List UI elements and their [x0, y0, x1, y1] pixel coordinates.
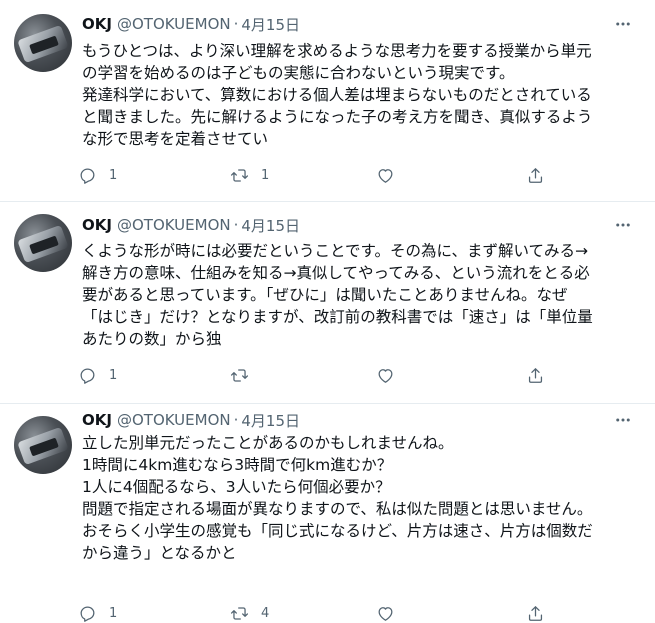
- tweet-text-line: 1時間に4km進むなら3時間で何km進むか？: [82, 456, 393, 474]
- reply-button[interactable]: 1: [78, 364, 117, 386]
- tweet-date[interactable]: 4月15日: [241, 215, 300, 236]
- tweet-text-line: 1人に4個配るなら、3人いたら何個必要か？: [82, 478, 391, 496]
- tweet-text-line: な形で思考を定着させてい: [82, 130, 269, 148]
- tweet-text-line: 「はじき」だけ？となりますが、改訂前の教科書では「速さ」は「単位量: [82, 308, 593, 326]
- retweet-icon: [230, 606, 249, 620]
- tweet-text-line: 解き方の意味、仕組みを知る→真似してやってみる、という流れをとる必: [82, 264, 590, 282]
- reply-icon: [80, 606, 95, 622]
- like-button[interactable]: [376, 164, 407, 186]
- more-options-button[interactable]: [613, 14, 633, 34]
- heart-icon: [378, 168, 393, 183]
- more-horizontal-icon: [616, 223, 630, 227]
- retweet-button[interactable]: 4: [230, 602, 269, 623]
- separator: ·: [233, 216, 239, 234]
- tweet-actions: 1: [78, 364, 558, 386]
- like-button[interactable]: [376, 364, 407, 386]
- user-handle[interactable]: @OTOKUEMON: [117, 15, 231, 33]
- retweet-count: 1: [261, 167, 270, 183]
- tweet-text: くような形が時には必要だということです。その為に、まず解いてみる→ 解き方の意味…: [82, 240, 642, 350]
- tweet-text-line: 問題で指定される場面が異なりますので、私は似た問題とは思いません。: [82, 500, 593, 518]
- tweet-text-line: もうひとつは、より深い理解を求めるような思考力を要する授業から単元: [82, 42, 592, 60]
- tweet-date[interactable]: 4月15日: [241, 410, 300, 431]
- display-name[interactable]: OKJ: [82, 216, 112, 234]
- separator: ·: [233, 15, 239, 33]
- tweet-actions: 1 1: [78, 164, 558, 186]
- like-button[interactable]: [376, 602, 407, 623]
- share-button[interactable]: [526, 364, 545, 386]
- tweet-text-line: おそらく小学生の感覚も「同じ式になるけど、片方は速さ、片方は個数だ: [82, 522, 593, 540]
- share-icon: [528, 167, 543, 183]
- tweet-text-line: 立した別単元だったことがあるのかもしれませんね。: [82, 434, 454, 452]
- tweet-text-line: 発達科学において、算数における個人差は埋まらないものだとされている: [82, 86, 592, 104]
- reply-icon: [80, 168, 95, 184]
- separator: ·: [233, 411, 239, 429]
- tweet[interactable]: OKJ @OTOKUEMON · 4月15日 くような形が時には必要だということ…: [0, 202, 655, 404]
- tweet-date[interactable]: 4月15日: [241, 14, 300, 35]
- tweet-text: もうひとつは、より深い理解を求めるような思考力を要する授業から単元 の学習を始め…: [82, 40, 642, 150]
- retweet-icon: [230, 368, 249, 382]
- tweet-text: 立した別単元だったことがあるのかもしれませんね。 1時間に4km進むなら3時間で…: [82, 432, 642, 564]
- tweet-feed: OKJ @OTOKUEMON · 4月15日 もうひとつは、より深い理解を求める…: [0, 0, 655, 623]
- more-options-button[interactable]: [613, 215, 633, 235]
- avatar[interactable]: [14, 214, 72, 272]
- display-name[interactable]: OKJ: [82, 411, 112, 429]
- retweet-count: 4: [261, 605, 270, 621]
- tweet-text-line: 要があると思っています。「ぜひに」は聞いたことありませんね。なぜ: [82, 286, 568, 304]
- more-options-button[interactable]: [613, 410, 633, 430]
- share-button[interactable]: [526, 164, 545, 186]
- heart-icon: [378, 606, 393, 621]
- tweet-text-line: と聞きました。先に解けるようになった子の考え方を聞き、真似するよう: [82, 108, 593, 126]
- more-horizontal-icon: [616, 418, 630, 422]
- reply-count: 1: [109, 367, 118, 383]
- tweet-text-line: くような形が時には必要だということです。その為に、まず解いてみる→: [82, 242, 589, 260]
- display-name[interactable]: OKJ: [82, 15, 112, 33]
- reply-button[interactable]: 1: [78, 164, 117, 186]
- heart-icon: [378, 368, 393, 383]
- tweet[interactable]: OKJ @OTOKUEMON · 4月15日 立した別単元だったことがあるのかも…: [0, 404, 655, 623]
- tweet[interactable]: OKJ @OTOKUEMON · 4月15日 もうひとつは、より深い理解を求める…: [0, 0, 655, 202]
- retweet-icon: [230, 168, 249, 182]
- avatar[interactable]: [14, 14, 72, 72]
- tweet-text-line: から違う」となるかと: [82, 544, 237, 562]
- user-handle[interactable]: @OTOKUEMON: [117, 411, 231, 429]
- user-handle[interactable]: @OTOKUEMON: [117, 216, 231, 234]
- reply-icon: [80, 368, 95, 384]
- tweet-text-line: あたりの数」から独: [82, 330, 222, 348]
- reply-count: 1: [109, 167, 118, 183]
- tweet-header: OKJ @OTOKUEMON · 4月15日: [82, 214, 300, 236]
- tweet-actions: 1 4: [78, 602, 558, 623]
- tweet-text-line: の学習を始めるのは子どもの実態に合わないという現実です。: [82, 64, 515, 82]
- more-horizontal-icon: [616, 22, 630, 26]
- retweet-button[interactable]: [230, 364, 261, 386]
- reply-count: 1: [109, 605, 118, 621]
- retweet-button[interactable]: 1: [230, 164, 269, 186]
- avatar[interactable]: [14, 416, 72, 474]
- share-button[interactable]: [526, 602, 545, 623]
- tweet-header: OKJ @OTOKUEMON · 4月15日: [82, 409, 300, 431]
- share-icon: [528, 367, 543, 383]
- tweet-header: OKJ @OTOKUEMON · 4月15日: [82, 13, 300, 35]
- share-icon: [528, 605, 543, 621]
- reply-button[interactable]: 1: [78, 602, 117, 623]
